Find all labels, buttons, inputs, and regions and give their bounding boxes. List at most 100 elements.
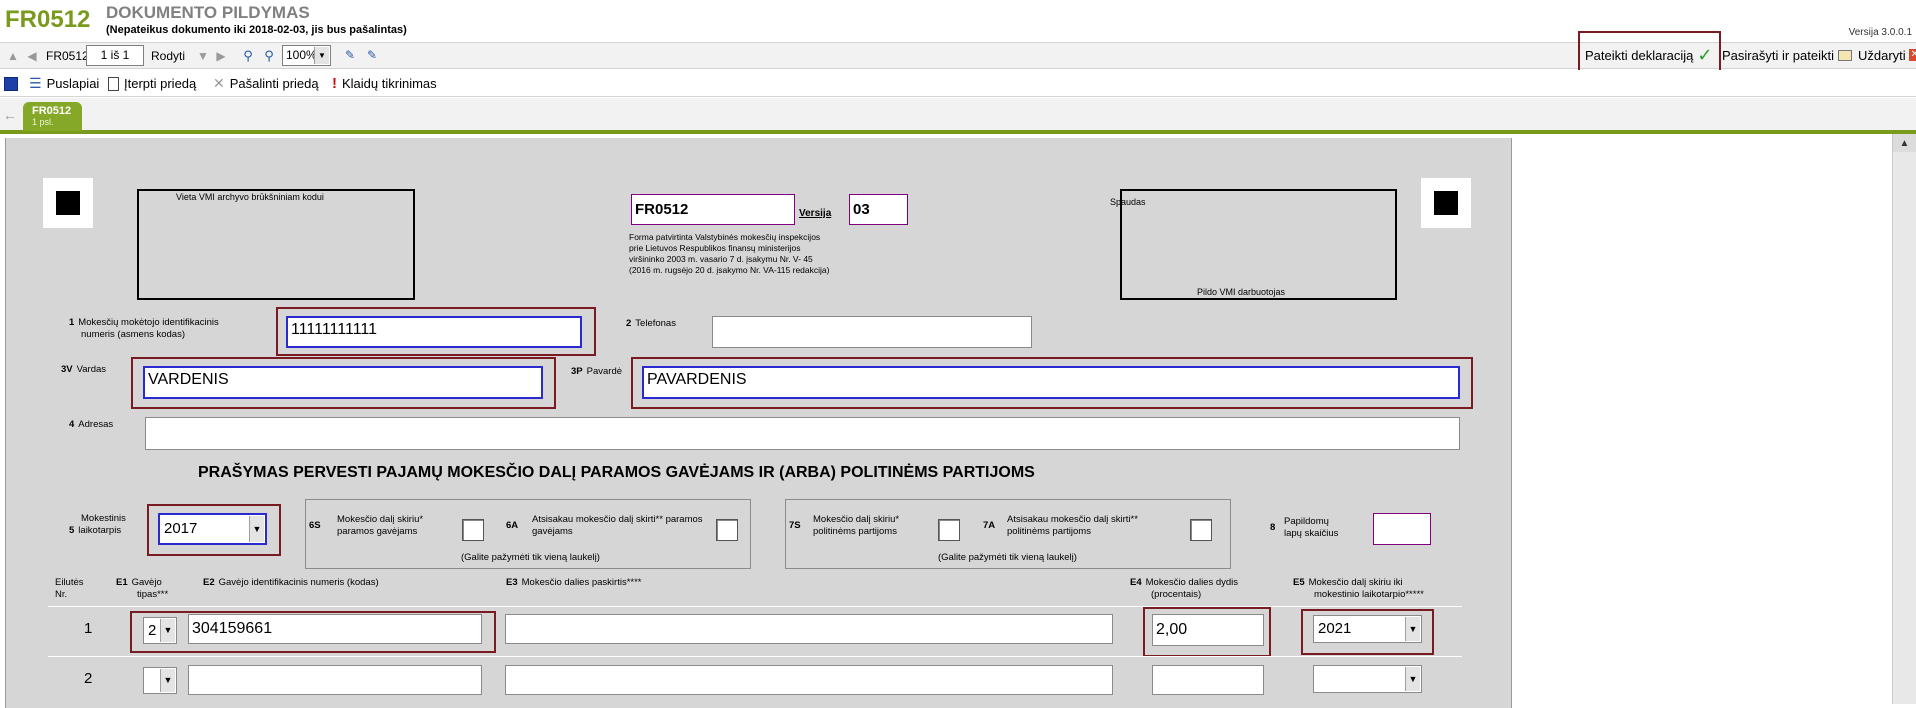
tab-page: 1 psl. xyxy=(32,117,54,127)
pages-button[interactable]: ☰ Puslapiai xyxy=(29,75,99,92)
document-icon xyxy=(108,76,119,91)
close-icon: ✕ xyxy=(1908,49,1916,61)
arrow-down-icon[interactable]: ▼ xyxy=(195,48,211,64)
arrow-right-icon[interactable]: ▶ xyxy=(213,48,229,64)
insert-attachment-label: Įterpti priedą xyxy=(124,76,197,91)
f7a-label: 7A xyxy=(983,520,996,531)
f6s-checkbox[interactable] xyxy=(462,519,484,541)
close-label: Uždaryti xyxy=(1858,47,1906,63)
zoom-in-icon[interactable]: ⚲ xyxy=(261,48,277,64)
page-number-input[interactable]: 1 iš 1 xyxy=(86,45,144,66)
col-e2: E2 Gavėjo identifikacinis numeris (kodas) xyxy=(203,577,379,588)
row-2-number: 2 xyxy=(84,670,93,687)
signature-card-icon xyxy=(1837,49,1852,61)
registration-mark-left xyxy=(43,178,93,228)
f6a-checkbox[interactable] xyxy=(716,519,738,541)
f6a-label: 6A xyxy=(506,520,519,531)
form-code-field: FR0512 xyxy=(631,194,795,225)
col-e1: E1 Gavėjo tipas*** xyxy=(116,577,169,600)
col-e4: E4 Mokesčio dalies dydis (procentais) xyxy=(1130,577,1239,600)
row-2-percent-input[interactable] xyxy=(1152,665,1264,695)
save-button[interactable] xyxy=(4,75,18,92)
tab-fr0512[interactable]: FR0512 1 psl. xyxy=(23,102,82,131)
right-panel xyxy=(1512,138,1892,708)
archive-barcode-frame xyxy=(137,189,415,300)
sign-and-submit-label: Pasirašyti ir pateikti xyxy=(1722,47,1834,63)
pages-label: Puslapiai xyxy=(46,76,100,91)
chevron-down-icon[interactable]: ▼ xyxy=(249,516,264,542)
extra-pages-input[interactable] xyxy=(1373,513,1431,545)
arrow-left-icon[interactable]: ← xyxy=(0,100,20,130)
f6s-desc: Mokesčio dalį skiriu* paramos gavėjams xyxy=(337,514,424,537)
row-2-year-select[interactable]: ▼ xyxy=(1313,665,1422,693)
archive-barcode-label: Vieta VMI archyvo brūkšniniam kodui xyxy=(176,192,324,202)
last-name-label: 3P Pavardė xyxy=(571,366,623,377)
row-1-code-input[interactable]: 304159661 xyxy=(188,614,482,644)
scroll-up-icon[interactable]: ▲ xyxy=(1893,134,1916,152)
remove-attachment-label: Pašalinti priedą xyxy=(229,76,319,91)
error-check-label: Klaidų tikrinimas xyxy=(342,76,437,91)
taxpayer-id-label: 1 Mokesčių mokėtojo identifikacinis numer… xyxy=(69,317,219,340)
row-1-year-value: 2021 xyxy=(1318,620,1352,637)
address-input[interactable] xyxy=(145,417,1460,450)
tax-period-label: Mokestinis 5 laikotarpis xyxy=(69,513,126,536)
row-2-purpose-input[interactable] xyxy=(505,665,1113,695)
tax-period-select[interactable]: 2017 ▼ xyxy=(158,513,267,545)
f8-num: 8 xyxy=(1270,522,1276,533)
f7s-label: 7S xyxy=(789,520,801,531)
chevron-down-icon[interactable]: ▼ xyxy=(160,669,175,692)
zoom-out-icon[interactable]: ⚲ xyxy=(240,48,256,64)
close-button[interactable]: Uždaryti ✕ xyxy=(1858,46,1916,64)
arrow-left-icon[interactable]: ◀ xyxy=(24,48,40,64)
row-1-number: 1 xyxy=(84,620,93,637)
row-1-year-select[interactable]: 2021 ▼ xyxy=(1313,615,1422,643)
page-tab-bar: ← FR0512 1 psl. xyxy=(0,98,1916,134)
version-field-label: Versija xyxy=(799,208,832,219)
f6a-desc: Atsisakau mokesčio dalį skirti** paramos… xyxy=(532,514,703,537)
taxpayer-id-input[interactable]: 11111111111 xyxy=(286,316,582,348)
remove-icon: ✕ xyxy=(213,75,225,91)
vertical-scrollbar[interactable]: ▲ xyxy=(1892,134,1916,704)
f7a-checkbox[interactable] xyxy=(1190,519,1212,541)
f7s-checkbox[interactable] xyxy=(938,519,960,541)
chevron-down-icon[interactable]: ▼ xyxy=(160,619,175,642)
phone-input[interactable] xyxy=(712,316,1032,348)
chevron-down-icon[interactable]: ▼ xyxy=(1405,617,1420,641)
version-field: 03 xyxy=(849,194,908,225)
form-code-title: FR0512 xyxy=(5,6,91,33)
edit-form-icon[interactable]: ✎ xyxy=(342,47,358,63)
exclamation-icon: ! xyxy=(332,75,337,92)
row-1-percent-input[interactable]: 2,00 xyxy=(1152,614,1264,646)
first-name-label: 3V Vardas xyxy=(61,364,107,375)
vmi-staff-label: Pildo VMI darbuotojas xyxy=(1197,287,1286,297)
chevron-down-icon[interactable]: ▼ xyxy=(1405,667,1420,691)
edit-check-icon[interactable]: ✎ xyxy=(364,47,380,63)
col-row-number: Eilutės Nr. xyxy=(55,577,84,600)
tab-name: FR0512 xyxy=(32,105,72,117)
form-approval-text: Forma patvirtinta Valstybinės mokesčių i… xyxy=(629,232,830,275)
submit-declaration-button[interactable]: Pateikti deklaraciją ✓ xyxy=(1585,44,1713,65)
pages-icon: ☰ xyxy=(29,75,42,91)
group2-note: (Galite pažymėti tik vieną laukelį) xyxy=(938,552,1077,563)
f8-desc: Papildomų lapų skaičius xyxy=(1284,516,1339,539)
insert-attachment-button[interactable]: Įterpti priedą xyxy=(108,75,196,92)
document-subtitle: (Nepateikus dokumento iki 2018-02-03, ji… xyxy=(106,24,407,36)
error-check-button[interactable]: ! Klaidų tikrinimas xyxy=(332,75,437,92)
row-2-type-select[interactable]: ▼ xyxy=(143,667,177,694)
remove-attachment-button[interactable]: ✕ Pašalinti priedą xyxy=(213,75,319,92)
zoom-value: 100% xyxy=(286,48,317,62)
show-label: Rodyti xyxy=(151,49,186,63)
row-1-type-select[interactable]: 2 ▼ xyxy=(143,617,177,644)
row-1-purpose-input[interactable] xyxy=(505,614,1113,644)
last-name-input[interactable]: PAVARDENIS xyxy=(642,366,1460,399)
row-2-code-input[interactable] xyxy=(188,665,482,695)
sign-and-submit-button[interactable]: Pasirašyti ir pateikti xyxy=(1722,46,1852,64)
f6s-label: 6S xyxy=(309,520,321,531)
submit-declaration-label: Pateikti deklaraciją xyxy=(1585,47,1694,63)
checkmark-icon: ✓ xyxy=(1697,44,1713,65)
zoom-select[interactable]: 100% ▼ xyxy=(282,45,331,66)
first-name-input[interactable]: VARDENIS xyxy=(143,366,543,399)
arrow-up-icon[interactable]: ▲ xyxy=(5,48,21,64)
address-label: 4 Adresas xyxy=(69,419,114,430)
chevron-down-icon[interactable]: ▼ xyxy=(314,47,329,64)
